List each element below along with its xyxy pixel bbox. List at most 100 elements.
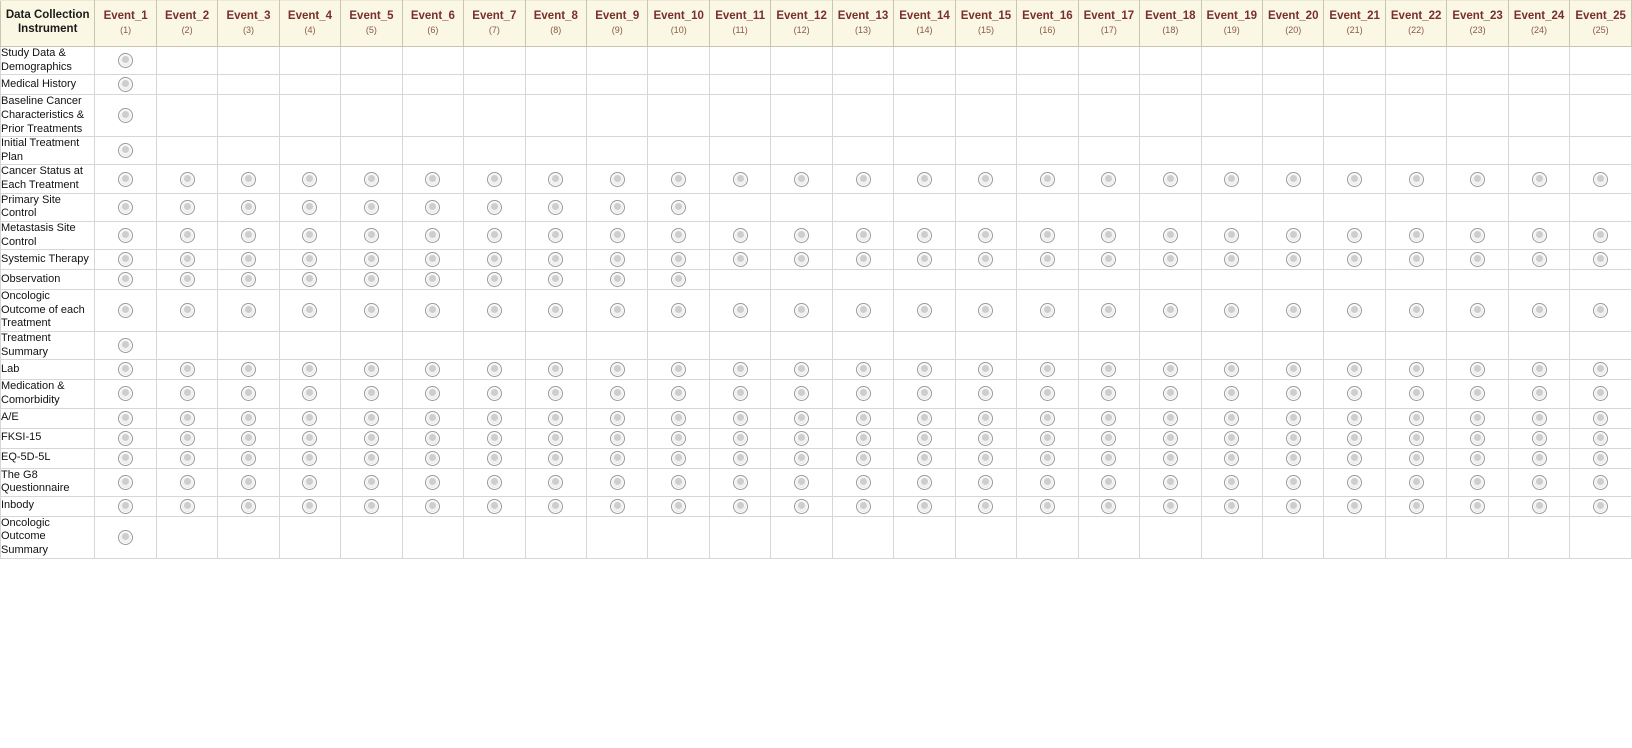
designation-cell-e11[interactable]	[708, 249, 772, 271]
designation-cell-e10[interactable]	[647, 74, 710, 96]
radio-button-icon[interactable]	[1101, 474, 1117, 490]
designation-cell-e6[interactable]	[401, 379, 465, 409]
radio-button-icon[interactable]	[1039, 171, 1055, 187]
radio-button-icon[interactable]	[1347, 386, 1363, 402]
radio-button-icon[interactable]	[179, 228, 195, 243]
designation-cell-e20[interactable]	[1261, 447, 1325, 469]
designation-cell-e20[interactable]	[1261, 164, 1325, 194]
designation-cell-e2[interactable]	[155, 94, 219, 138]
radio-button-icon[interactable]	[241, 228, 257, 243]
radio-button-icon[interactable]	[241, 199, 257, 215]
radio-button-icon[interactable]	[118, 362, 134, 378]
designation-cell-e6[interactable]	[401, 359, 465, 381]
designation-cell-e11[interactable]	[708, 94, 772, 138]
designation-cell-e12[interactable]	[770, 45, 833, 76]
radio-button-icon[interactable]	[1593, 430, 1609, 446]
designation-cell-e2[interactable]	[155, 495, 219, 517]
designation-cell-e6[interactable]	[401, 447, 465, 469]
designation-cell-e8[interactable]	[524, 94, 588, 138]
radio-button-icon[interactable]	[363, 362, 379, 378]
radio-button-icon[interactable]	[732, 362, 748, 378]
radio-button-icon[interactable]	[179, 199, 195, 215]
designation-cell-e23[interactable]	[1446, 447, 1509, 469]
designation-cell-e16[interactable]	[1016, 379, 1079, 409]
radio-button-icon[interactable]	[1285, 386, 1301, 402]
designation-cell-e12[interactable]	[770, 164, 833, 194]
designation-cell-e12[interactable]	[770, 94, 833, 138]
designation-cell-e17[interactable]	[1077, 45, 1141, 76]
radio-button-icon[interactable]	[363, 171, 379, 187]
designation-cell-e11[interactable]	[708, 515, 772, 559]
designation-cell-e11[interactable]	[708, 289, 772, 332]
radio-button-icon[interactable]	[1470, 430, 1486, 446]
radio-button-icon[interactable]	[671, 498, 687, 514]
radio-button-icon[interactable]	[1224, 430, 1240, 446]
radio-button-icon[interactable]	[118, 303, 134, 319]
designation-cell-e13[interactable]	[831, 45, 895, 76]
designation-cell-e20[interactable]	[1261, 359, 1325, 381]
designation-cell-e4[interactable]	[278, 407, 342, 429]
designation-cell-e20[interactable]	[1261, 289, 1325, 332]
radio-button-icon[interactable]	[1285, 252, 1301, 268]
designation-cell-e5[interactable]	[340, 407, 403, 429]
designation-cell-e17[interactable]	[1077, 407, 1141, 429]
designation-cell-e11[interactable]	[708, 379, 772, 409]
designation-cell-e12[interactable]	[770, 330, 833, 361]
designation-cell-e4[interactable]	[278, 359, 342, 381]
designation-cell-e13[interactable]	[831, 192, 895, 222]
radio-button-icon[interactable]	[1470, 171, 1486, 187]
designation-cell-e19[interactable]	[1200, 249, 1264, 271]
designation-cell-e22[interactable]	[1384, 359, 1448, 381]
designation-cell-e2[interactable]	[155, 359, 219, 381]
radio-button-icon[interactable]	[179, 303, 195, 319]
designation-cell-e19[interactable]	[1200, 467, 1264, 497]
radio-button-icon[interactable]	[671, 199, 687, 215]
radio-button-icon[interactable]	[917, 450, 932, 466]
designation-cell-e19[interactable]	[1200, 515, 1264, 559]
designation-cell-e2[interactable]	[155, 164, 219, 194]
radio-button-icon[interactable]	[1285, 498, 1301, 514]
radio-button-icon[interactable]	[1531, 171, 1547, 187]
designation-cell-e7[interactable]	[463, 249, 526, 271]
designation-cell-e24[interactable]	[1507, 447, 1571, 469]
radio-button-icon[interactable]	[486, 362, 502, 378]
radio-button-icon[interactable]	[425, 430, 441, 446]
designation-cell-e20[interactable]	[1261, 407, 1325, 429]
designation-cell-e21[interactable]	[1323, 269, 1386, 291]
radio-button-icon[interactable]	[794, 228, 810, 243]
designation-cell-e10[interactable]	[647, 94, 710, 138]
designation-cell-e25[interactable]	[1569, 467, 1632, 497]
designation-cell-e1[interactable]	[94, 45, 157, 76]
radio-button-icon[interactable]	[302, 410, 318, 426]
radio-button-icon[interactable]	[671, 362, 687, 378]
designation-cell-e1[interactable]	[94, 447, 157, 469]
designation-cell-e10[interactable]	[647, 192, 710, 222]
radio-button-icon[interactable]	[1162, 228, 1178, 243]
radio-button-icon[interactable]	[855, 303, 871, 319]
designation-cell-e8[interactable]	[524, 74, 588, 96]
designation-cell-e19[interactable]	[1200, 192, 1264, 222]
designation-cell-e10[interactable]	[647, 289, 710, 332]
designation-cell-e8[interactable]	[524, 407, 588, 429]
designation-cell-e19[interactable]	[1200, 330, 1264, 361]
designation-cell-e5[interactable]	[340, 515, 403, 559]
designation-cell-e5[interactable]	[340, 74, 403, 96]
radio-button-icon[interactable]	[1285, 362, 1301, 378]
designation-cell-e21[interactable]	[1323, 164, 1386, 194]
designation-cell-e21[interactable]	[1323, 249, 1386, 271]
designation-cell-e13[interactable]	[831, 249, 895, 271]
designation-cell-e5[interactable]	[340, 136, 403, 166]
radio-button-icon[interactable]	[609, 498, 625, 514]
designation-cell-e17[interactable]	[1077, 427, 1141, 449]
radio-button-icon[interactable]	[486, 272, 502, 288]
radio-button-icon[interactable]	[794, 303, 810, 319]
designation-cell-e6[interactable]	[401, 164, 465, 194]
radio-button-icon[interactable]	[1101, 498, 1117, 514]
designation-cell-e10[interactable]	[647, 495, 710, 517]
designation-cell-e16[interactable]	[1016, 74, 1079, 96]
radio-button-icon[interactable]	[486, 228, 502, 243]
designation-cell-e25[interactable]	[1569, 136, 1632, 166]
designation-cell-e21[interactable]	[1323, 74, 1386, 96]
designation-cell-e12[interactable]	[770, 427, 833, 449]
radio-button-icon[interactable]	[855, 450, 871, 466]
